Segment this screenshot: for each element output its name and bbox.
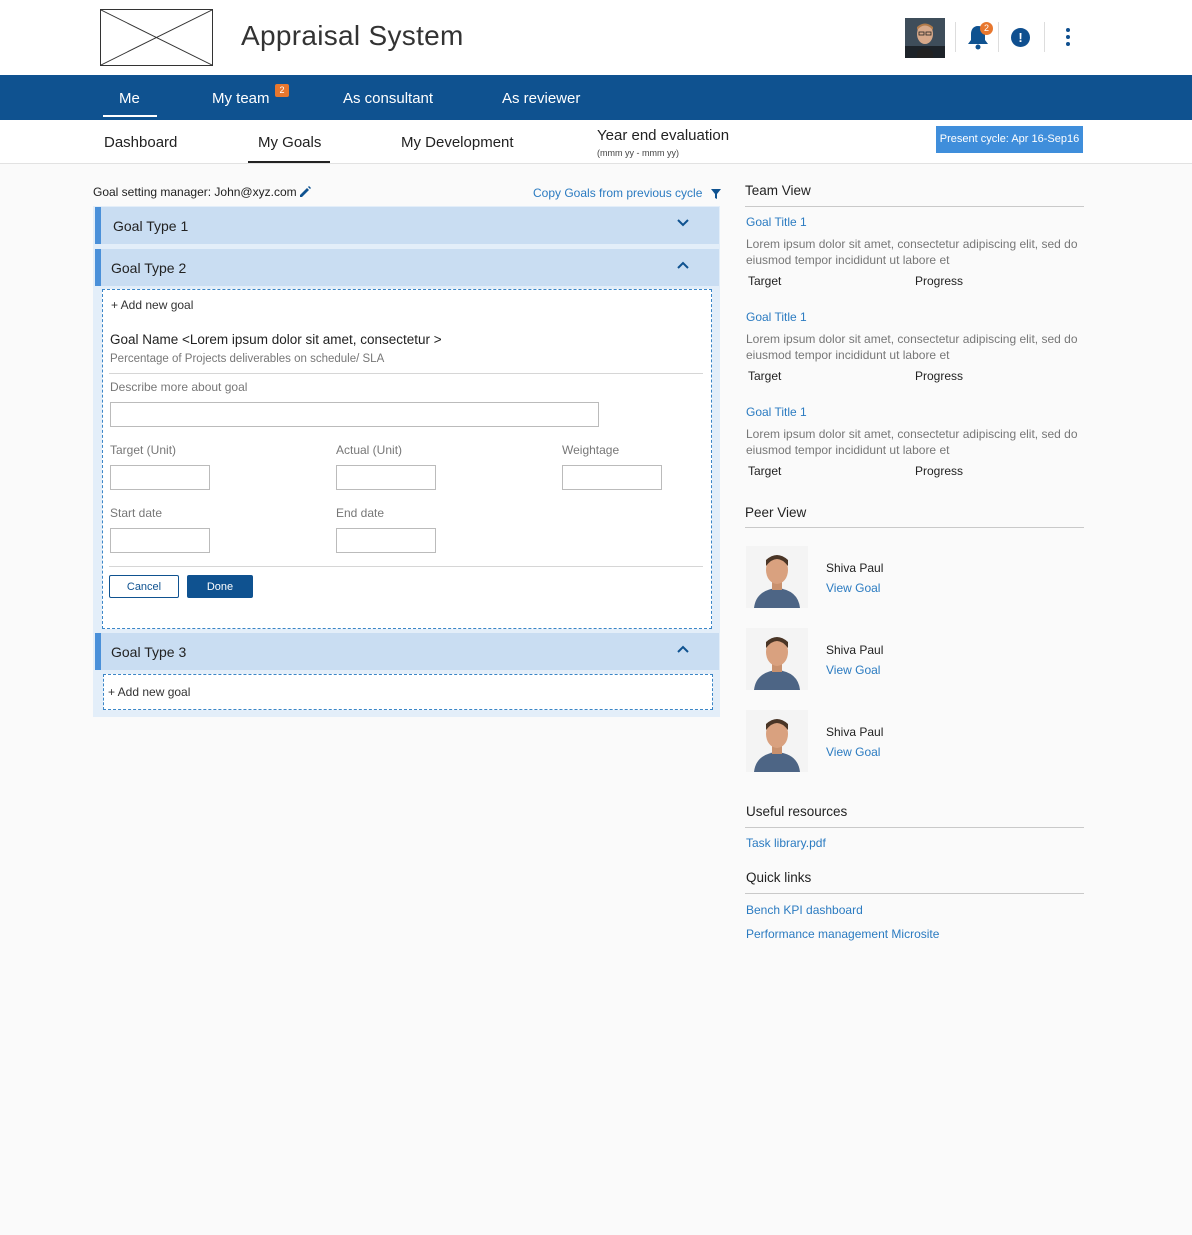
tab-dashboard[interactable]: Dashboard <box>104 134 177 151</box>
tab-my-goals[interactable]: My Goals <box>258 134 321 151</box>
team-view-title: Team View <box>745 183 811 198</box>
goal-type-label: Goal Type 2 <box>111 260 187 276</box>
nav-item-as-reviewer[interactable]: As reviewer <box>502 90 580 107</box>
peer-avatar <box>746 546 808 608</box>
end-date-input[interactable] <box>336 528 436 553</box>
header-divider <box>998 22 999 52</box>
team-goal-title[interactable]: Goal Title 1 <box>746 310 807 324</box>
filter-icon[interactable] <box>711 186 721 199</box>
team-goal-progress: Progress <box>915 274 964 288</box>
actual-label: Actual (Unit) <box>336 443 403 457</box>
view-goal-link[interactable]: View Goal <box>826 745 880 759</box>
goal-type-3-body: + Add new goal <box>103 674 713 710</box>
team-goal-title[interactable]: Goal Title 1 <box>746 215 807 229</box>
app-header: Appraisal System 2 ! <box>0 0 1192 75</box>
header-divider <box>955 22 956 52</box>
more-menu-icon[interactable] <box>1066 28 1070 46</box>
divider <box>109 566 703 567</box>
goal-setting-manager: Goal setting manager: John@xyz.com <box>93 185 297 199</box>
actual-input[interactable] <box>336 465 436 490</box>
section-divider <box>745 827 1084 828</box>
divider <box>109 373 703 374</box>
team-goal-progress: Progress <box>915 464 964 478</box>
team-goal-target: Target <box>748 464 782 478</box>
tab-year-end-evaluation[interactable]: Year end evaluation <box>597 127 729 144</box>
user-avatar[interactable] <box>905 18 945 58</box>
nav-item-me[interactable]: Me <box>119 90 140 107</box>
goal-type-2-header[interactable]: Goal Type 2 <box>95 249 719 286</box>
start-date-label: Start date <box>110 506 163 520</box>
section-divider <box>745 527 1084 528</box>
secondary-nav: Dashboard My Goals My Development Year e… <box>0 120 1192 164</box>
goal-subtitle: Percentage of Projects deliverables on s… <box>110 353 385 365</box>
chevron-down-icon[interactable] <box>677 219 689 227</box>
goal-name: Goal Name <Lorem ipsum dolor sit amet, c… <box>110 332 442 347</box>
chevron-up-icon[interactable] <box>677 261 689 269</box>
logo-placeholder <box>100 9 213 66</box>
team-goal-target: Target <box>748 274 782 288</box>
done-button[interactable]: Done <box>187 575 253 598</box>
end-date-label: End date <box>336 506 385 520</box>
team-goal-description: Lorem ipsum dolor sit amet, consectetur … <box>746 237 1078 267</box>
goal-type-1-header[interactable]: Goal Type 1 <box>95 207 719 244</box>
peer-name: Shiva Paul <box>826 725 884 739</box>
my-team-badge: 2 <box>275 84 289 97</box>
section-divider <box>745 206 1084 207</box>
team-goal-title[interactable]: Goal Title 1 <box>746 405 807 419</box>
primary-nav: Me My team As consultant As reviewer <box>0 75 1192 120</box>
peer-avatar <box>746 710 808 772</box>
view-goal-link[interactable]: View Goal <box>826 663 880 677</box>
team-goal-progress: Progress <box>915 369 964 383</box>
present-cycle-button[interactable]: Present cycle: Apr 16-Sep16 <box>936 126 1083 153</box>
tab-my-development[interactable]: My Development <box>401 134 514 151</box>
add-new-goal-link[interactable]: + Add new goal <box>111 298 193 312</box>
weightage-label: Weightage <box>562 443 620 457</box>
edit-pencil-icon[interactable] <box>299 185 312 198</box>
weightage-input[interactable] <box>562 465 662 490</box>
describe-goal-label: Describe more about goal <box>110 380 248 394</box>
goal-type-2-body: + Add new goal Goal Name <Lorem ipsum do… <box>102 289 712 629</box>
team-goal-description: Lorem ipsum dolor sit amet, consectetur … <box>746 427 1078 457</box>
year-end-date-range: (mmm yy - mmm yy) <box>597 148 679 158</box>
quick-links-title: Quick links <box>746 870 812 885</box>
add-new-goal-link[interactable]: + Add new goal <box>108 685 190 699</box>
copy-goals-link[interactable]: Copy Goals from previous cycle <box>533 186 702 200</box>
quick-link[interactable]: Bench KPI dashboard <box>746 903 863 917</box>
section-divider <box>745 893 1084 894</box>
team-goal-description: Lorem ipsum dolor sit amet, consectetur … <box>746 332 1078 362</box>
goal-type-label: Goal Type 3 <box>111 644 187 660</box>
notification-badge: 2 <box>980 22 993 35</box>
view-goal-link[interactable]: View Goal <box>826 581 880 595</box>
goals-panel: Goal Type 1 Goal Type 2 + Add new goal G… <box>93 206 720 717</box>
nav-item-as-consultant[interactable]: As consultant <box>343 90 433 107</box>
quick-link[interactable]: Performance management Microsite <box>746 927 939 941</box>
active-tab-indicator <box>248 161 330 163</box>
resource-link[interactable]: Task library.pdf <box>746 836 826 850</box>
peer-name: Shiva Paul <box>826 643 884 657</box>
describe-goal-input[interactable] <box>110 402 599 427</box>
team-goal-target: Target <box>748 369 782 383</box>
goal-type-3-header[interactable]: Goal Type 3 <box>95 633 719 670</box>
active-nav-indicator <box>103 115 157 117</box>
target-label: Target (Unit) <box>110 443 177 457</box>
chevron-up-icon[interactable] <box>677 645 689 653</box>
nav-item-my-team[interactable]: My team <box>212 90 270 107</box>
target-input[interactable] <box>110 465 210 490</box>
peer-avatar <box>746 628 808 690</box>
peer-name: Shiva Paul <box>826 561 884 575</box>
alert-icon[interactable]: ! <box>1011 28 1030 47</box>
goal-type-label: Goal Type 1 <box>113 218 189 234</box>
cancel-button[interactable]: Cancel <box>109 575 179 598</box>
app-title: Appraisal System <box>241 20 464 51</box>
useful-resources-title: Useful resources <box>746 804 848 819</box>
header-divider <box>1044 22 1045 52</box>
start-date-input[interactable] <box>110 528 210 553</box>
peer-view-title: Peer View <box>745 505 807 520</box>
